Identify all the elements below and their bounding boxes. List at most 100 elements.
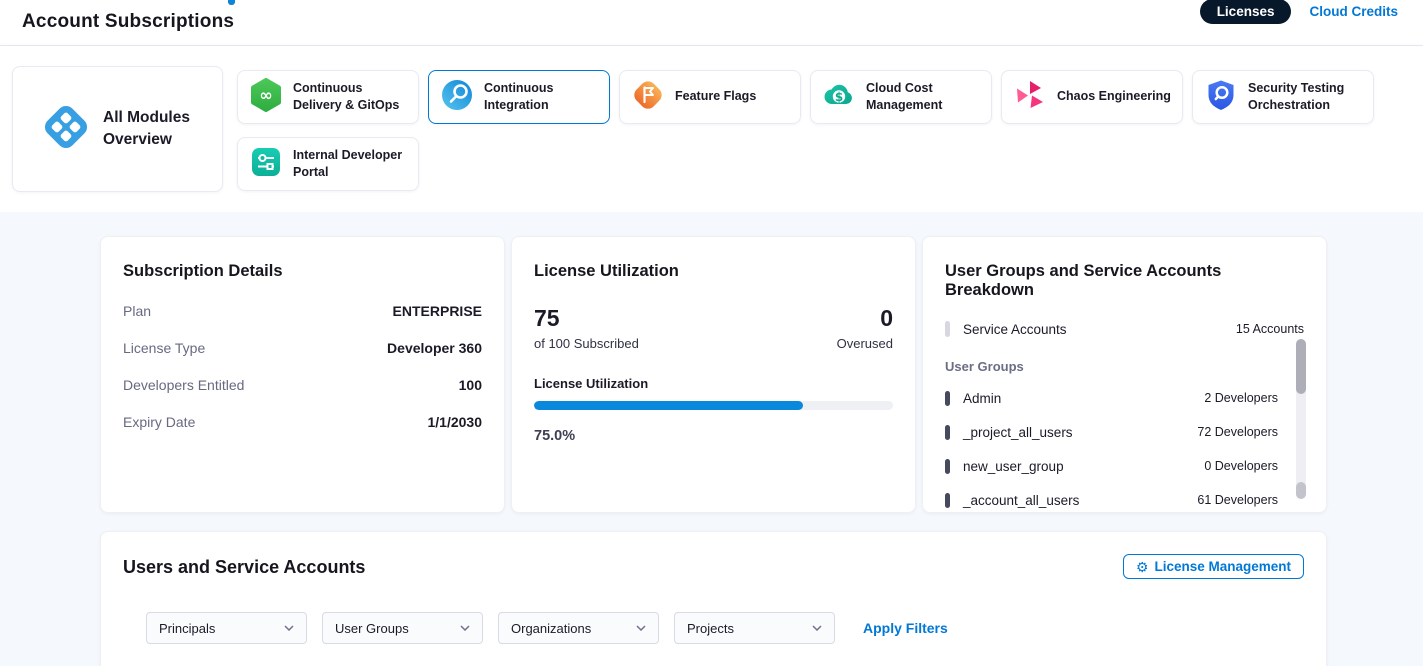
module-card-internal-developer-portal[interactable]: Internal Developer Portal (237, 137, 419, 191)
user-group-row: Admin 2 Developers (945, 381, 1278, 415)
modules-band: All Modules Overview ∞ Continuous Delive… (0, 46, 1423, 212)
license-utilization-card: License Utilization 75 of 100 Subscribed… (511, 236, 916, 513)
row-value: 100 (459, 377, 482, 393)
user-group-marker-icon (945, 459, 950, 474)
gear-icon: ⚙ (1136, 560, 1149, 574)
used-count-block: 75 of 100 Subscribed (534, 305, 639, 351)
user-group-list: Admin 2 Developers _project_all_users 72… (945, 381, 1278, 517)
license-management-button[interactable]: ⚙ License Management (1123, 554, 1304, 579)
user-group-count: 61 Developers (1197, 493, 1278, 507)
cloud-credits-tab[interactable]: Cloud Credits (1309, 4, 1398, 19)
module-label: Internal Developer Portal (293, 147, 407, 182)
row-value: Developer 360 (387, 340, 482, 356)
row-label: License Type (123, 340, 205, 356)
svg-text:∞: ∞ (259, 85, 272, 104)
user-group-row: _account_all_users 61 Developers (945, 483, 1278, 517)
user-group-count: 72 Developers (1197, 425, 1278, 439)
cloud-cost-icon: $ (822, 78, 856, 117)
scrollbar-thumb[interactable] (1296, 339, 1306, 394)
overused-caption: Overused (837, 336, 893, 351)
page-title: Account Subscriptions (22, 11, 234, 33)
user-group-name: _project_all_users (963, 425, 1073, 440)
user-group-name: Admin (963, 391, 1001, 406)
module-card-chaos-engineering[interactable]: Chaos Engineering (1001, 70, 1183, 124)
user-group-count: 2 Developers (1204, 391, 1278, 405)
utilization-percent-label: 75.0% (534, 428, 893, 444)
projects-dropdown[interactable]: Projects (674, 612, 835, 644)
subscription-row: Expiry Date 1/1/2030 (123, 414, 482, 430)
row-value: 1/1/2030 (428, 414, 483, 430)
security-testing-icon (1204, 78, 1238, 117)
chaos-engineering-icon (1013, 78, 1047, 117)
overused-count: 0 (837, 305, 893, 333)
dropdown-label: Principals (159, 621, 215, 636)
continuous-integration-icon (440, 78, 474, 117)
all-modules-overview-label: All Modules Overview (103, 107, 195, 152)
row-label: Plan (123, 303, 151, 319)
chevron-down-icon (460, 625, 470, 631)
user-groups-header: User Groups (945, 359, 1304, 374)
module-cards: ∞ Continuous Delivery & GitOps Continuou… (237, 70, 1377, 191)
chevron-down-icon (284, 625, 294, 631)
module-card-feature-flags[interactable]: Feature Flags (619, 70, 801, 124)
principals-dropdown[interactable]: Principals (146, 612, 307, 644)
all-modules-icon (40, 101, 92, 158)
user-group-marker-icon (945, 391, 950, 406)
user-group-name: _account_all_users (963, 493, 1079, 508)
filters-row: Principals User Groups Organizations Pro… (146, 612, 1304, 644)
all-modules-overview-card[interactable]: All Modules Overview (12, 66, 223, 192)
module-card-cd-gitops[interactable]: ∞ Continuous Delivery & GitOps (237, 70, 419, 124)
user-group-row: new_user_group 0 Developers (945, 449, 1278, 483)
apply-filters-link[interactable]: Apply Filters (863, 620, 948, 636)
subscription-row: Developers Entitled 100 (123, 377, 482, 393)
user-group-row: _project_all_users 72 Developers (945, 415, 1278, 449)
breadcrumb-fragment (228, 0, 235, 5)
license-management-label: License Management (1154, 559, 1291, 574)
cd-gitops-icon: ∞ (249, 78, 283, 117)
user-group-marker-icon (945, 425, 950, 440)
service-accounts-marker-icon (945, 321, 950, 337)
module-card-cloud-cost[interactable]: $ Cloud Cost Management (810, 70, 992, 124)
page-header: Account Subscriptions Licenses Cloud Cre… (0, 0, 1423, 46)
license-utilization-bar-fill (534, 401, 803, 410)
user-group-marker-icon (945, 493, 950, 508)
scrollbar-thumb-end (1296, 482, 1306, 499)
licenses-tab[interactable]: Licenses (1200, 0, 1292, 24)
breakdown-scrollbar[interactable] (1296, 339, 1306, 499)
user-group-count: 0 Developers (1204, 459, 1278, 473)
service-accounts-label: Service Accounts (963, 322, 1067, 337)
module-label: Continuous Integration (484, 80, 598, 115)
header-tabs: Licenses Cloud Credits (1200, 0, 1398, 24)
module-card-continuous-integration[interactable]: Continuous Integration (428, 70, 610, 124)
user-group-name: new_user_group (963, 459, 1064, 474)
internal-developer-portal-icon (249, 145, 283, 184)
row-value: ENTERPRISE (393, 303, 482, 319)
subscription-details-title: Subscription Details (123, 262, 482, 281)
license-utilization-title: License Utilization (534, 262, 893, 281)
breakdown-title: User Groups and Service Accounts Breakdo… (945, 262, 1304, 300)
module-label: Security Testing Orchestration (1248, 80, 1362, 115)
service-accounts-row: Service Accounts 15 Accounts (945, 321, 1304, 337)
license-utilization-bar-track (534, 401, 893, 410)
used-count: 75 (534, 305, 639, 333)
chevron-down-icon (812, 625, 822, 631)
module-label: Cloud Cost Management (866, 80, 980, 115)
module-label: Chaos Engineering (1057, 88, 1171, 106)
feature-flags-icon (631, 78, 665, 117)
content-area: Subscription Details Plan ENTERPRISE Lic… (0, 212, 1423, 666)
service-accounts-value: 15 Accounts (1236, 322, 1304, 336)
utilization-bar-label: License Utilization (534, 376, 893, 391)
module-label: Continuous Delivery & GitOps (293, 80, 407, 115)
user-groups-dropdown[interactable]: User Groups (322, 612, 483, 644)
row-label: Expiry Date (123, 414, 195, 430)
overused-count-block: 0 Overused (837, 305, 893, 351)
organizations-dropdown[interactable]: Organizations (498, 612, 659, 644)
module-card-security-testing[interactable]: Security Testing Orchestration (1192, 70, 1374, 124)
subscription-row: License Type Developer 360 (123, 340, 482, 356)
row-label: Developers Entitled (123, 377, 244, 393)
dropdown-label: Organizations (511, 621, 591, 636)
breakdown-card: User Groups and Service Accounts Breakdo… (922, 236, 1327, 513)
module-label: Feature Flags (675, 88, 756, 106)
dropdown-label: Projects (687, 621, 734, 636)
subscription-details-card: Subscription Details Plan ENTERPRISE Lic… (100, 236, 505, 513)
